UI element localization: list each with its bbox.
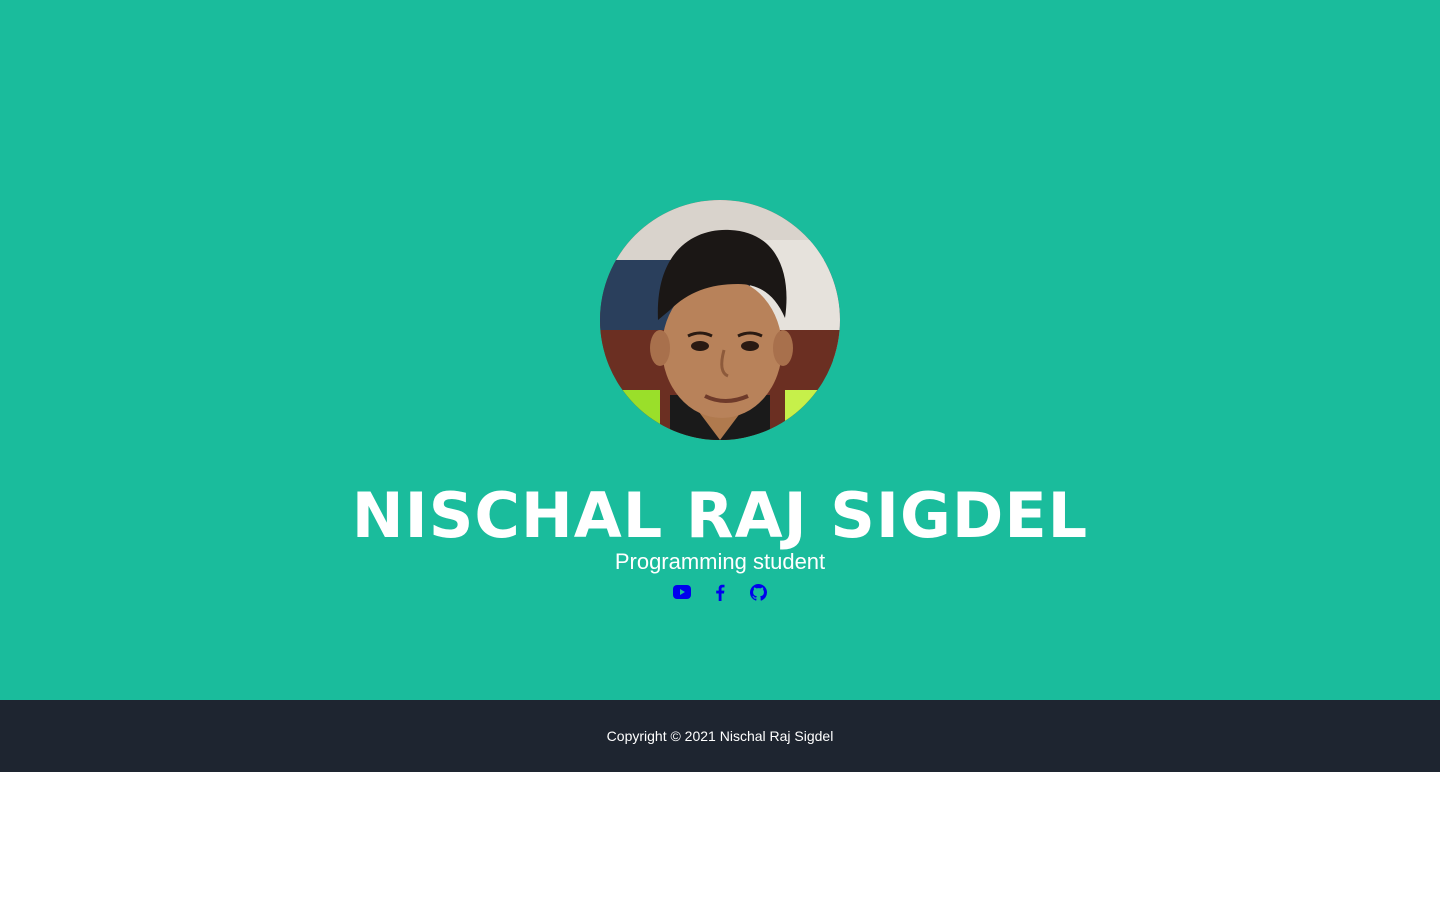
profile-subtitle: Programming student <box>614 549 826 574</box>
footer: Copyright © 2021 Nischal Raj Sigdel <box>0 700 1440 772</box>
facebook-link[interactable] <box>711 583 729 601</box>
github-icon <box>749 583 767 601</box>
youtube-icon <box>673 585 691 599</box>
social-links <box>0 582 1440 602</box>
youtube-link[interactable] <box>673 583 691 601</box>
hero-section: NISCHAL RAJ SIGDEL Programming student <box>0 0 1440 700</box>
copyright-text: Copyright © 2021 Nischal Raj Sigdel <box>606 728 834 744</box>
profile-name: NISCHAL RAJ SIGDEL <box>351 479 1089 552</box>
github-link[interactable] <box>749 583 767 601</box>
avatar-photo <box>600 200 840 440</box>
facebook-icon <box>716 584 725 601</box>
avatar <box>600 200 840 440</box>
